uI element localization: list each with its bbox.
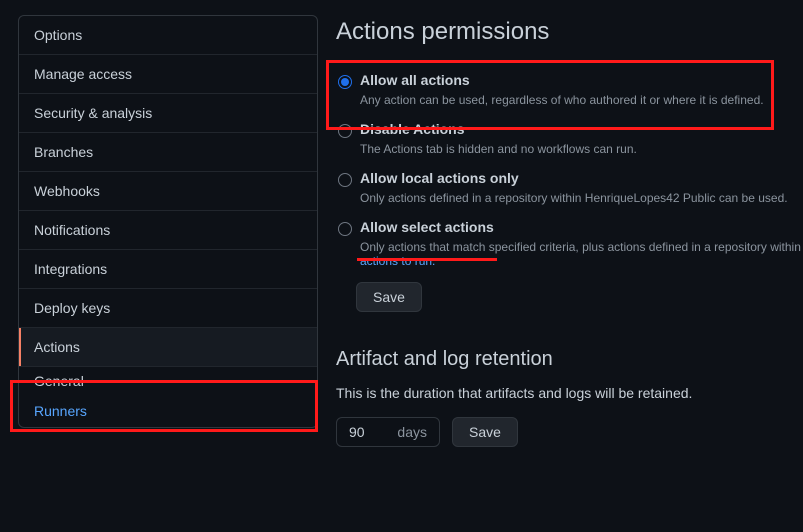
sidebar-item-branches[interactable]: Branches [19, 133, 317, 172]
sidebar-item-label: Branches [34, 144, 93, 160]
save-retention-button[interactable]: Save [452, 417, 518, 447]
radio-desc: Only actions defined in a repository wit… [336, 191, 803, 205]
radio-allow-all[interactable] [338, 75, 352, 89]
radio-label: Disable Actions [360, 121, 465, 137]
retention-title: Artifact and log retention [336, 348, 803, 371]
sidebar-item-actions[interactable]: Actions [19, 328, 317, 367]
sidebar-item-options[interactable]: Options [19, 16, 317, 55]
main-content: Actions permissions Allow all actions An… [318, 0, 803, 532]
sidebar-sub-label: General [34, 373, 84, 389]
sidebar-item-label: Notifications [34, 222, 110, 238]
option-disable[interactable]: Disable Actions [336, 121, 803, 138]
radio-label: Allow select actions [360, 219, 494, 235]
radio-desc-text: Only actions that match specified criter… [360, 240, 801, 254]
option-select-actions[interactable]: Allow select actions [336, 219, 803, 236]
radio-label: Allow local actions only [360, 170, 519, 186]
highlight-underline-select-actions [357, 258, 497, 261]
radio-desc: Only actions that match specified criter… [336, 240, 803, 268]
sidebar-item-label: Webhooks [34, 183, 100, 199]
sidebar-item-webhooks[interactable]: Webhooks [19, 172, 317, 211]
sidebar-item-label: Actions [34, 339, 80, 355]
radio-select-actions[interactable] [338, 222, 352, 236]
option-local-only[interactable]: Allow local actions only [336, 170, 803, 187]
actions-permissions-group: Allow all actions Any action can be used… [336, 72, 803, 268]
page-title: Actions permissions [336, 18, 803, 46]
retention-days-input[interactable]: 90 days [336, 417, 440, 447]
radio-desc: Any action can be used, regardless of wh… [336, 93, 803, 107]
radio-desc: The Actions tab is hidden and no workflo… [336, 142, 803, 156]
sidebar-sub-runners[interactable]: Runners [19, 397, 317, 427]
radio-label: Allow all actions [360, 72, 470, 88]
sidebar-item-notifications[interactable]: Notifications [19, 211, 317, 250]
sidebar-item-label: Options [34, 27, 82, 43]
sidebar-item-label: Security & analysis [34, 105, 152, 121]
sidebar-item-label: Manage access [34, 66, 132, 82]
sidebar-sub-general[interactable]: General [19, 367, 317, 397]
retention-days-value: 90 [349, 424, 365, 440]
save-permissions-button[interactable]: Save [356, 282, 422, 312]
radio-disable[interactable] [338, 124, 352, 138]
sidebar-item-label: Deploy keys [34, 300, 110, 316]
retention-desc: This is the duration that artifacts and … [336, 385, 803, 401]
sidebar-item-deploy-keys[interactable]: Deploy keys [19, 289, 317, 328]
sidebar-item-security-analysis[interactable]: Security & analysis [19, 94, 317, 133]
retention-days-unit: days [397, 424, 427, 440]
retention-controls: 90 days Save [336, 417, 803, 447]
select-actions-link[interactable]: actions to run. [360, 254, 435, 268]
sidebar-item-integrations[interactable]: Integrations [19, 250, 317, 289]
settings-sidebar: Options Manage access Security & analysi… [18, 15, 318, 428]
sidebar-sub-label: Runners [34, 403, 87, 419]
option-allow-all[interactable]: Allow all actions [336, 72, 803, 89]
sidebar-item-label: Integrations [34, 261, 107, 277]
sidebar-item-manage-access[interactable]: Manage access [19, 55, 317, 94]
radio-local-only[interactable] [338, 173, 352, 187]
